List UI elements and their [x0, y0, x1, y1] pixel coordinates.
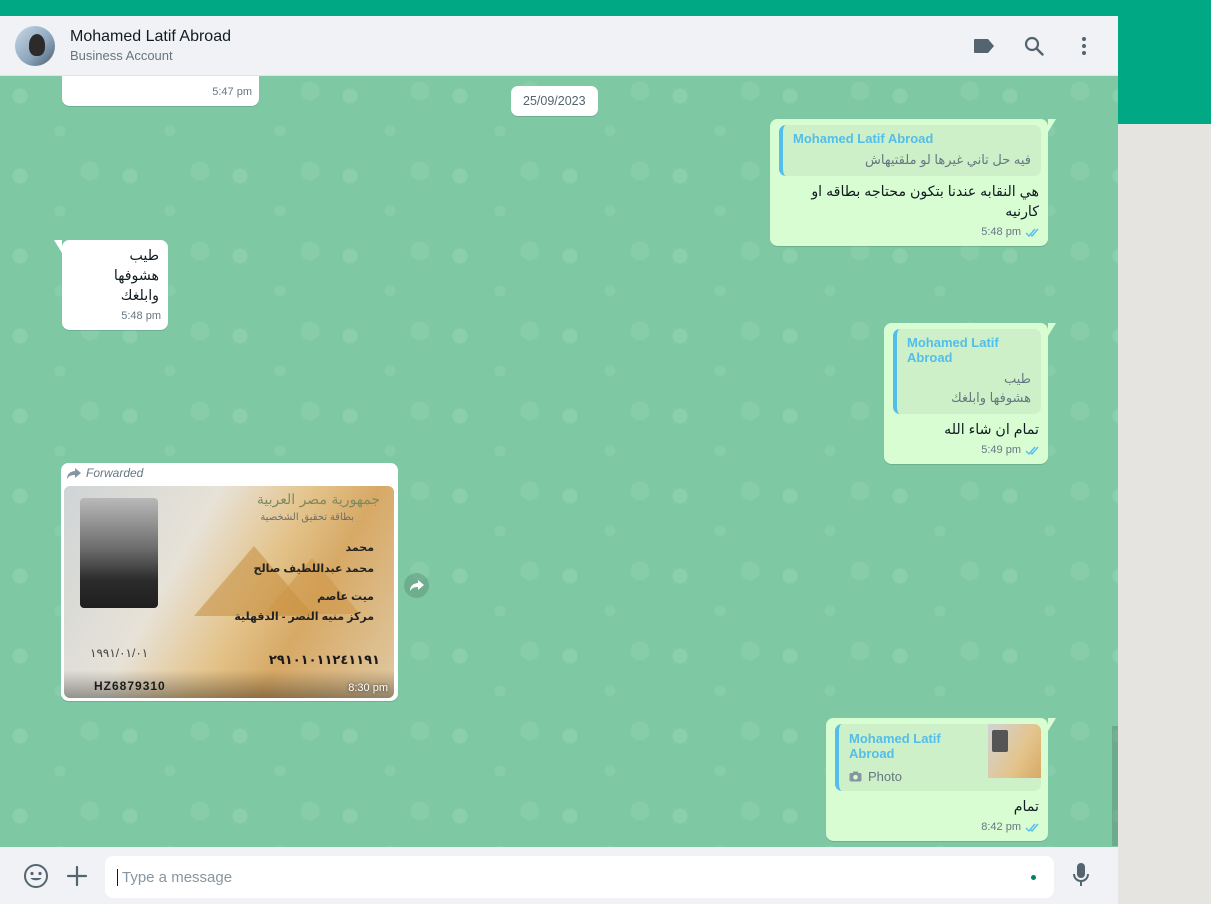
composer [0, 847, 1118, 904]
message-meta: 5:49 pm [893, 444, 1041, 456]
camera-icon [849, 771, 862, 782]
quote-author: Mohamed Latif Abroad [793, 131, 934, 146]
id-card-code: HZ6879310 [94, 679, 166, 693]
message-outgoing[interactable]: Mohamed Latif Abroad Photo تمام 8:42 pm [826, 718, 1056, 841]
message-meta: 8:42 pm [835, 821, 1041, 833]
background-panel [1118, 124, 1211, 904]
message-incoming-photo[interactable]: Forwarded جمهورية مصر العربية بطاقة تحقي… [61, 463, 398, 701]
quote-text-line: طيب [1003, 371, 1031, 386]
quoted-message[interactable]: Mohamed Latif Abroad فيه حل تاني غيرها ل… [779, 125, 1041, 176]
id-card-title: جمهورية مصر العربية [256, 492, 380, 508]
avatar[interactable] [15, 25, 55, 66]
message-incoming[interactable]: طيب هشوفها وابلغك 5:48 pm [54, 240, 168, 330]
date-chip: 25/09/2023 [511, 86, 598, 116]
message-list[interactable]: 5:47 pm 25/09/2023 Mohamed Latif Abroad … [0, 76, 1118, 847]
id-card-number: ٢٩١٠١٠١١٢٤١١٩١ [268, 652, 380, 667]
emoji-icon[interactable] [23, 863, 49, 889]
message-time: 5:48 pm [981, 226, 1021, 238]
message-time: 5:47 pm [212, 86, 252, 98]
message-outgoing[interactable]: Mohamed Latif Abroad فيه حل تاني غيرها ل… [770, 119, 1056, 246]
message-time: 5:48 pm [121, 310, 161, 322]
header-actions [972, 34, 1096, 58]
message-meta: 5:48 pm [779, 226, 1041, 238]
quote-text-line: هشوفها وابلغك [951, 390, 1031, 405]
message-outgoing[interactable]: Mohamed Latif Abroad طيب هشوفها وابلغك ت… [884, 323, 1056, 464]
double-check-icon [1025, 823, 1039, 832]
id-card-date: ١٩٩١/٠١/٠١ [90, 646, 149, 660]
forwarded-text: Forwarded [86, 466, 144, 480]
message-text: تمام [1013, 799, 1039, 815]
quoted-message[interactable]: Mohamed Latif Abroad Photo [835, 724, 1041, 791]
quote-thumbnail [987, 724, 1041, 778]
menu-dots-icon[interactable] [1072, 34, 1096, 58]
attach-plus-icon[interactable] [64, 863, 90, 889]
message-input[interactable] [117, 868, 997, 886]
label-icon[interactable] [972, 34, 996, 58]
forward-button[interactable] [404, 573, 429, 598]
microphone-icon[interactable] [1068, 862, 1094, 888]
double-check-icon [1025, 446, 1039, 455]
message-input-box[interactable] [105, 856, 1054, 898]
id-card-subtitle: بطاقة تحقيق الشخصية [260, 512, 354, 523]
contact-name: Mohamed Latif Abroad [70, 28, 231, 45]
message-text: هي النقابه عندنا بتكون محتاجه بطاقه او ك… [811, 184, 1039, 220]
status-dot [1031, 875, 1036, 880]
message-text-line: هشوفها وابلغك [113, 268, 159, 304]
id-card-portrait [80, 498, 158, 608]
id-card-line: محمد [345, 542, 374, 554]
contact-info[interactable]: Mohamed Latif Abroad Business Account [70, 28, 231, 63]
search-icon[interactable] [1022, 34, 1046, 58]
message-text-line: طيب [129, 248, 159, 264]
message-time: 5:49 pm [981, 444, 1021, 456]
photo-image[interactable]: جمهورية مصر العربية بطاقة تحقيق الشخصية … [64, 486, 394, 698]
forwarded-label: Forwarded [67, 466, 395, 480]
quote-text: فيه حل تاني غيرها لو ملقتيهاش [865, 152, 1031, 167]
quote-author: Mohamed Latif Abroad [849, 731, 941, 761]
chat-window: Mohamed Latif Abroad Business Account 5:… [0, 16, 1118, 904]
quoted-message[interactable]: Mohamed Latif Abroad طيب هشوفها وابلغك [893, 329, 1041, 414]
message-time: 8:42 pm [981, 821, 1021, 833]
contact-subtitle: Business Account [70, 48, 173, 63]
id-card-line: ميت عاصم [317, 591, 374, 603]
message-time: 8:30 pm [348, 682, 388, 694]
quote-media: Photo [849, 769, 978, 784]
message-meta: 5:47 pm [71, 86, 252, 98]
forward-icon [67, 467, 81, 479]
chat-header: Mohamed Latif Abroad Business Account [0, 16, 1118, 76]
message-meta: 5:48 pm [71, 310, 161, 322]
message-text-cropped [71, 76, 252, 84]
message-incoming: 5:47 pm [62, 76, 259, 106]
forward-icon [409, 580, 424, 591]
quote-media-label: Photo [868, 769, 902, 784]
scrollbar[interactable] [1112, 726, 1118, 846]
id-card-line: محمد عبداللطيف صالح [253, 563, 374, 575]
double-check-icon [1025, 228, 1039, 237]
quote-author: Mohamed Latif Abroad [907, 335, 999, 365]
id-card-line: مركز منيه النصر - الدقهلية [234, 611, 374, 623]
message-text: تمام ان شاء الله [944, 422, 1039, 438]
